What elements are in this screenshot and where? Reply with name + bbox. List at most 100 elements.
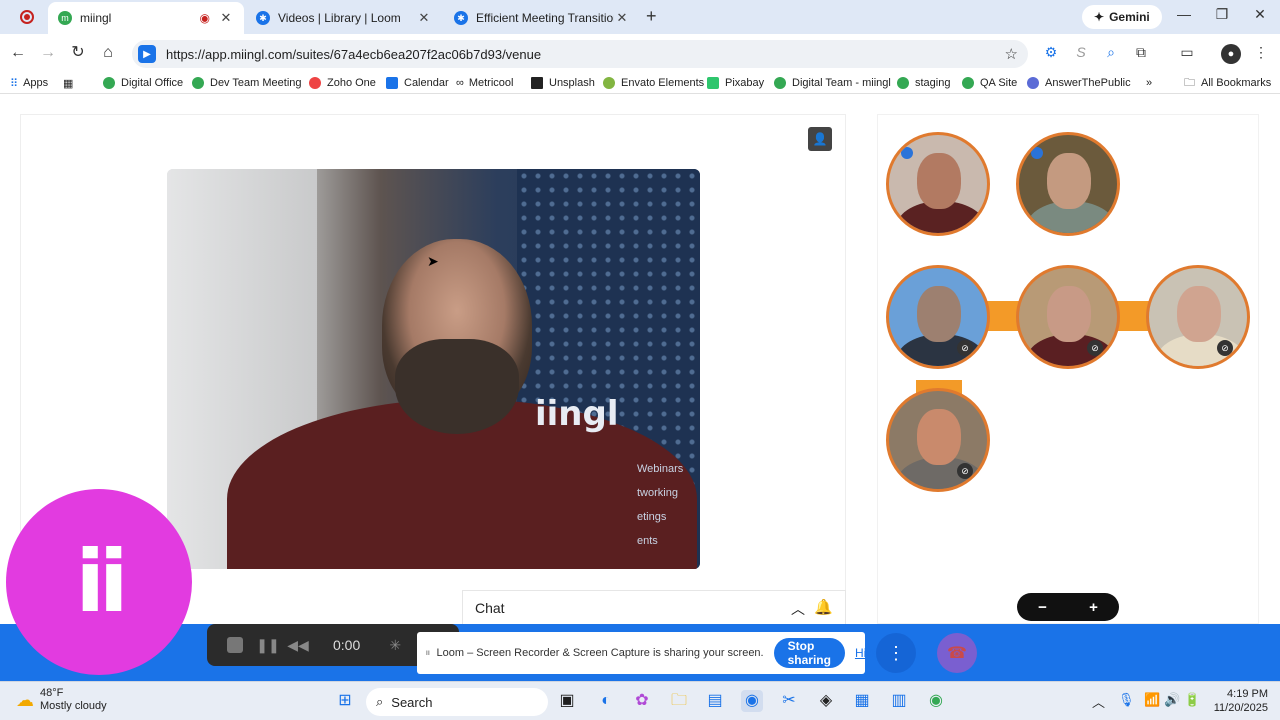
bookmark-answerthepublic[interactable]: AnswerThePublic: [1027, 75, 1131, 91]
home-icon[interactable]: ⌂: [97, 42, 119, 64]
edge-icon[interactable]: ◐: [595, 690, 617, 712]
tab-efficient-meeting[interactable]: ✱ Efficient Meeting Transitions wi ✕: [444, 2, 640, 34]
weather-condition: Mostly cloudy: [40, 700, 107, 712]
battery-icon[interactable]: 🔋: [1184, 692, 1200, 708]
unsplash-icon: [531, 77, 543, 89]
stop-sharing-button[interactable]: Stop sharing: [773, 638, 845, 668]
rewind-icon[interactable]: ◀◀: [283, 637, 313, 654]
extensions-puzzle-icon[interactable]: ⧉: [1131, 44, 1151, 64]
chrome-icon[interactable]: ◉: [741, 690, 763, 712]
bookmark-zoho-one[interactable]: Zoho One: [309, 75, 376, 91]
stop-recording-button[interactable]: [227, 637, 243, 653]
camera-toggle-button[interactable]: 👤: [808, 127, 832, 151]
weather-temp: 48°F: [40, 687, 64, 699]
forward-arrow-icon[interactable]: →: [37, 42, 59, 64]
user-camera-icon: 👤: [812, 132, 828, 146]
chevron-up-icon[interactable]: ︿: [791, 599, 805, 619]
search-label: Search: [391, 694, 433, 710]
bookmark-dev-team-meeting[interactable]: Dev Team Meeting: [192, 75, 302, 91]
bookmark-digital-team[interactable]: Digital Team - miingl: [774, 75, 891, 91]
more-options-button[interactable]: ⋮: [876, 633, 916, 673]
banner-logo-text: iingl: [535, 394, 619, 434]
profile-avatar-icon[interactable]: ●: [1221, 44, 1241, 64]
minimize-icon[interactable]: —: [1174, 6, 1194, 22]
bookmark-star-icon[interactable]: ☆: [1005, 45, 1018, 63]
drawing-icon[interactable]: ✳: [380, 637, 410, 654]
participant-avatar[interactable]: ⊘: [1016, 265, 1120, 369]
mic-muted-icon: ⊘: [1217, 340, 1233, 356]
close-tab-icon[interactable]: ✕: [218, 10, 234, 26]
chrome-profile-icon[interactable]: ◉: [925, 690, 947, 712]
tab-miingl[interactable]: m miingl ◉ ✕: [48, 2, 244, 34]
bookmark-qa-site[interactable]: QA Site: [962, 75, 1017, 91]
address-bar[interactable]: ▶ https://app.miingl.com/suites/67a4ecb6…: [132, 40, 1028, 68]
leave-call-button[interactable]: ☎: [937, 633, 977, 673]
store-icon[interactable]: ▤: [704, 690, 726, 712]
tab-loom-library[interactable]: ✱ Videos | Library | Loom ✕: [246, 2, 442, 34]
calculator-icon[interactable]: ▦: [851, 690, 873, 712]
zoom-out-button[interactable]: −: [1038, 599, 1047, 616]
tray-chevron-up-icon[interactable]: ︿: [1092, 692, 1105, 711]
participant-avatar[interactable]: ⊘: [1146, 265, 1250, 369]
chat-panel-header[interactable]: Chat ︿ 🔔: [462, 590, 846, 624]
reload-icon[interactable]: ↻: [67, 42, 89, 64]
tab-search-icon[interactable]: ▭: [1177, 44, 1197, 64]
all-bookmarks[interactable]: 🗀 All Bookmarks: [1184, 75, 1271, 91]
menu-kebab-icon[interactable]: ⋮: [1251, 44, 1271, 64]
pixabay-icon: [707, 77, 719, 89]
bookmark-digital-office[interactable]: Digital Office: [103, 75, 183, 91]
participant-avatar[interactable]: [1016, 132, 1120, 236]
bookmark-label: Pixabay: [725, 77, 765, 89]
weather-widget[interactable]: ☁ 48°F Mostly cloudy: [16, 687, 107, 713]
microphone-icon[interactable]: 🎙: [1118, 692, 1135, 708]
close-window-icon[interactable]: ✕: [1250, 6, 1270, 23]
main-video-feed[interactable]: iingl Webinars tworking etings ents: [167, 169, 700, 569]
participant-avatar[interactable]: [886, 132, 990, 236]
extension-gear-icon[interactable]: ⚙: [1041, 44, 1061, 64]
bookmark-staging[interactable]: staging: [897, 75, 950, 91]
taskbar-search[interactable]: ⌕ Search: [366, 688, 548, 716]
notepad-icon[interactable]: ▥: [888, 690, 910, 712]
bookmark-label: Apps: [23, 77, 49, 89]
drag-handle-icon[interactable]: ⏸: [425, 647, 431, 660]
screen-share-notification: ⏸ Loom – Screen Recorder & Screen Captur…: [417, 632, 880, 674]
app-icon[interactable]: ◈: [815, 690, 837, 712]
close-tab-icon[interactable]: ✕: [416, 10, 432, 26]
close-tab-icon[interactable]: ✕: [614, 10, 630, 26]
mouse-cursor-icon: ➤: [427, 253, 439, 269]
new-tab-icon[interactable]: +: [646, 6, 657, 27]
bookmark-apps[interactable]: ⠿ Apps: [10, 75, 48, 91]
task-view-icon[interactable]: ▣: [556, 690, 578, 712]
gemini-label: Gemini: [1109, 10, 1150, 24]
bookmark-label: Zoho One: [327, 77, 376, 89]
bookmark-metricool[interactable]: ∞ Metricool: [456, 75, 513, 91]
extension-s-icon[interactable]: S: [1071, 44, 1091, 64]
bookmark-favicon-icon: [309, 77, 321, 89]
bookmark-favicon-icon: [103, 77, 115, 89]
bookmark-pixabay[interactable]: Pixabay: [707, 75, 764, 91]
zoom-in-button[interactable]: +: [1089, 599, 1098, 616]
snipping-icon[interactable]: ✂: [778, 690, 800, 712]
windows-start-icon[interactable]: ⊞: [334, 690, 356, 712]
participant-avatar[interactable]: ⊘: [886, 265, 990, 369]
back-arrow-icon[interactable]: ←: [7, 42, 29, 64]
bookmark-envato-elements[interactable]: Envato Elements: [603, 75, 704, 91]
pause-icon[interactable]: ❚❚: [253, 637, 283, 654]
recording-indicator-icon: [20, 10, 34, 24]
maximize-icon[interactable]: ❐: [1212, 6, 1232, 23]
bell-icon[interactable]: 🔔: [814, 598, 833, 616]
bookmark-calendar[interactable]: Calendar: [386, 75, 449, 91]
bookmark-unsplash[interactable]: Unsplash: [531, 75, 595, 91]
wifi-icon[interactable]: 📶: [1144, 692, 1160, 708]
system-clock[interactable]: 4:19 PM 11/20/2025: [1212, 687, 1268, 715]
more-bookmarks-icon[interactable]: »: [1146, 75, 1152, 91]
file-explorer-icon[interactable]: 🗀: [668, 690, 690, 712]
bookmark-grid[interactable]: ▦: [63, 75, 73, 91]
zoom-control: − +: [1017, 593, 1119, 621]
gemini-button[interactable]: ✦ Gemini: [1082, 5, 1162, 29]
copilot-icon[interactable]: ✿: [631, 690, 653, 712]
mic-muted-icon: ⊘: [957, 340, 973, 356]
participant-avatar[interactable]: ⊘: [886, 388, 990, 492]
extension-search-icon[interactable]: ⌕: [1101, 44, 1121, 64]
volume-icon[interactable]: 🔊: [1164, 692, 1180, 708]
